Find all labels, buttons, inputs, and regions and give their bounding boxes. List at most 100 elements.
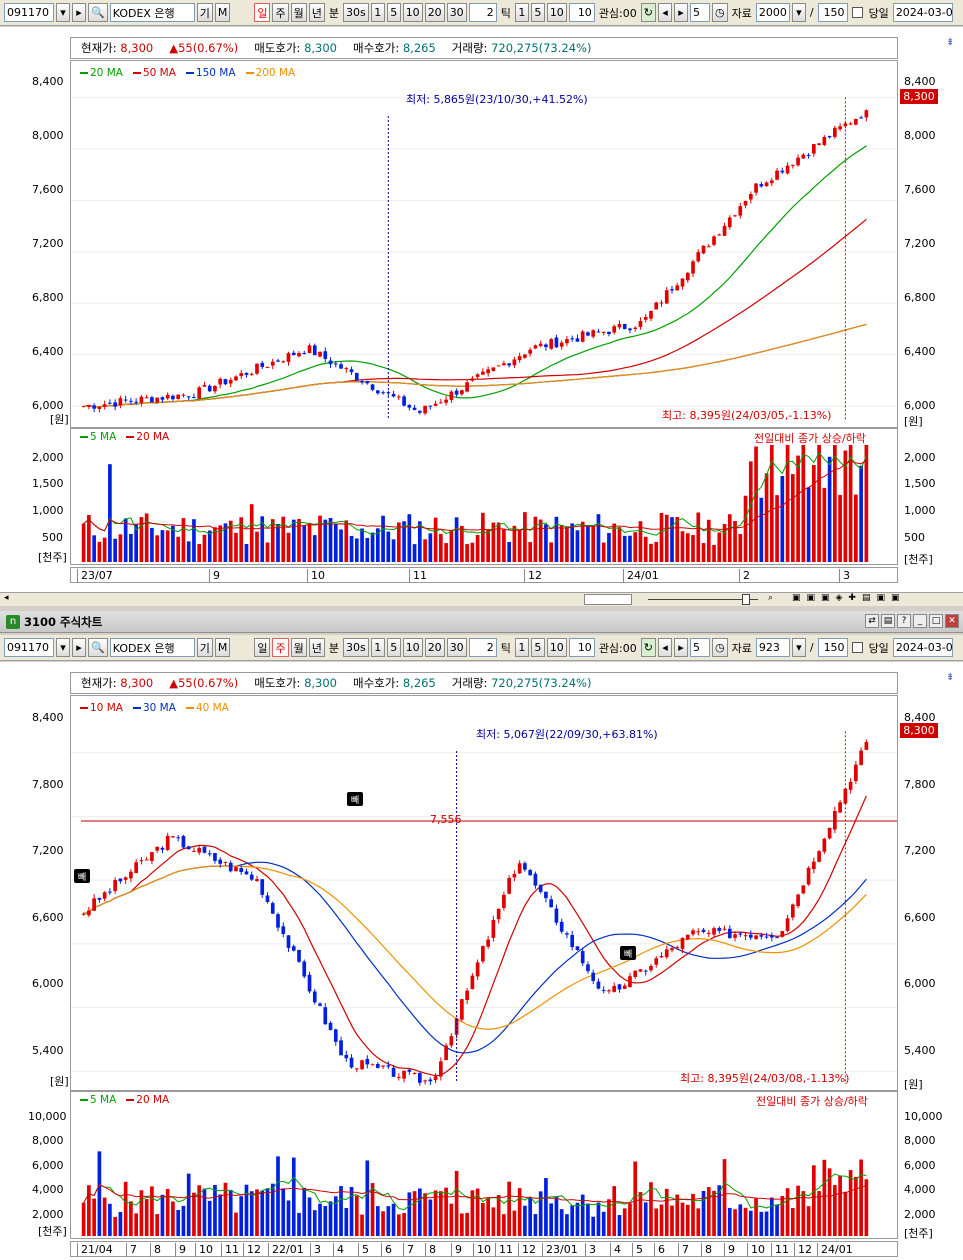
tick-5-button[interactable]: 5: [530, 3, 545, 22]
refresh-icon[interactable]: ↻: [640, 3, 656, 22]
period-30-tab[interactable]: 30: [446, 3, 467, 22]
zoom-icon[interactable]: ⌕: [768, 593, 773, 603]
m-button[interactable]: M: [214, 638, 231, 657]
tick-input[interactable]: 2: [468, 3, 497, 22]
period-5-tab[interactable]: 5: [386, 3, 401, 22]
top-volume-chart[interactable]: [70, 428, 898, 565]
prev-icon[interactable]: ◂: [657, 638, 672, 657]
window-menu-icon[interactable]: ▤: [881, 614, 895, 628]
expand-icon[interactable]: ⇟: [946, 37, 954, 48]
period-10-tab[interactable]: 10: [402, 638, 423, 657]
maximize-icon[interactable]: □: [929, 614, 943, 628]
candle-body: [643, 970, 648, 972]
next-icon[interactable]: ▸: [673, 3, 688, 22]
period-minute-tab[interactable]: 분: [327, 5, 341, 21]
sameday-checkbox[interactable]: [851, 642, 863, 653]
period-1-tab[interactable]: 1: [370, 3, 385, 22]
view-count-input[interactable]: 150: [817, 3, 848, 22]
date-field[interactable]: 2024-03-0: [892, 638, 953, 657]
data-count-select[interactable]: 2000: [755, 3, 790, 22]
scroll-left-icon[interactable]: ◂: [4, 593, 9, 603]
tick-count-input[interactable]: 10: [568, 3, 595, 22]
view-count-input[interactable]: 150: [817, 638, 848, 657]
volume-bar: [512, 525, 517, 562]
candle-body: [601, 331, 606, 333]
tick-5-button[interactable]: 5: [530, 638, 545, 657]
chart-tools-icons[interactable]: ▣▣▣◈✚▤▣▣: [792, 593, 905, 603]
candle-body: [375, 1064, 380, 1068]
gi-button[interactable]: 기: [196, 638, 213, 657]
step-input[interactable]: 5: [689, 3, 710, 22]
step-input[interactable]: 5: [689, 638, 710, 657]
tick-10-button[interactable]: 10: [546, 638, 567, 657]
data-count-select[interactable]: 923: [755, 638, 790, 657]
period-minute-tab[interactable]: 분: [327, 640, 341, 656]
stock-code-input[interactable]: 091170: [4, 638, 54, 657]
period-week-tab[interactable]: 주: [272, 638, 289, 657]
period-week-tab[interactable]: 주: [272, 3, 289, 22]
volume-bar: [570, 523, 575, 562]
dropdown-icon[interactable]: ▾: [56, 638, 70, 657]
period-30-tab[interactable]: 30: [446, 638, 467, 657]
period-10-tab[interactable]: 10: [402, 3, 423, 22]
m-button[interactable]: M: [214, 3, 231, 22]
search-icon[interactable]: 🔍: [88, 3, 108, 22]
arrow-right-icon[interactable]: ▸: [72, 638, 86, 657]
window-help-icon[interactable]: ?: [897, 614, 911, 628]
refresh-icon[interactable]: ↻: [640, 638, 656, 657]
candle-body: [150, 397, 154, 403]
scroll-range-box[interactable]: [584, 594, 632, 605]
volume-bar: [544, 524, 548, 562]
volume-bar: [649, 1182, 653, 1236]
period-30s-tab[interactable]: 30s: [342, 638, 369, 657]
volume-bar: [375, 1206, 380, 1236]
period-year-tab[interactable]: 년: [308, 3, 325, 22]
period-month-tab[interactable]: 월: [290, 3, 307, 22]
minimize-icon[interactable]: _: [913, 614, 927, 628]
bottom-window-title-bar[interactable]: n 3100 주식차트 ⇄ ▤ ? _ □ ✕: [0, 611, 963, 633]
period-day-tab[interactable]: 일: [254, 638, 271, 657]
date-field[interactable]: 2024-03-0: [892, 3, 953, 22]
tick-input[interactable]: 2: [468, 638, 497, 657]
sameday-checkbox[interactable]: [851, 7, 863, 18]
clock-icon[interactable]: ◷: [711, 638, 728, 657]
tick-count-input[interactable]: 10: [568, 638, 595, 657]
volume-bar: [192, 1192, 196, 1236]
gi-button[interactable]: 기: [196, 3, 213, 22]
expand-icon[interactable]: ⇟: [946, 672, 954, 683]
chevron-down-icon[interactable]: ▾: [791, 3, 806, 22]
tick-1-button[interactable]: 1: [514, 638, 529, 657]
period-20-tab[interactable]: 20: [424, 3, 445, 22]
bottom-volume-chart[interactable]: [70, 1091, 898, 1239]
zoom-slider-handle[interactable]: [742, 594, 750, 605]
tick-10-button[interactable]: 10: [546, 3, 567, 22]
volume-bar: [423, 539, 427, 562]
window-link-icon[interactable]: ⇄: [865, 614, 879, 628]
period-year-tab[interactable]: 년: [308, 638, 325, 657]
period-1-tab[interactable]: 1: [370, 638, 385, 657]
tick-1-button[interactable]: 1: [514, 3, 529, 22]
top-price-chart[interactable]: [70, 60, 898, 428]
period-month-tab[interactable]: 월: [290, 638, 307, 657]
arrow-right-icon[interactable]: ▸: [72, 3, 86, 22]
dropdown-icon[interactable]: ▾: [56, 3, 70, 22]
period-30s-tab[interactable]: 30s: [342, 3, 369, 22]
bottom-price-chart[interactable]: [70, 695, 898, 1091]
clock-icon[interactable]: ◷: [711, 3, 728, 22]
search-icon[interactable]: 🔍: [88, 638, 108, 657]
period-20-tab[interactable]: 20: [424, 638, 445, 657]
prev-icon[interactable]: ◂: [657, 3, 672, 22]
chevron-down-icon[interactable]: ▾: [791, 638, 806, 657]
sell-marker[interactable]: 빼: [620, 946, 636, 960]
volume-bar: [612, 1186, 617, 1236]
sell-marker[interactable]: 빼: [74, 869, 90, 883]
candle-body: [134, 862, 138, 873]
period-5-tab[interactable]: 5: [386, 638, 401, 657]
sell-marker[interactable]: 빼: [347, 792, 363, 806]
stock-code-input[interactable]: 091170: [4, 3, 54, 22]
close-icon[interactable]: ✕: [945, 614, 959, 628]
candle-body: [785, 918, 790, 931]
period-day-tab[interactable]: 일: [254, 3, 271, 22]
next-icon[interactable]: ▸: [673, 638, 688, 657]
price-axis-label: 6,600: [32, 911, 64, 924]
